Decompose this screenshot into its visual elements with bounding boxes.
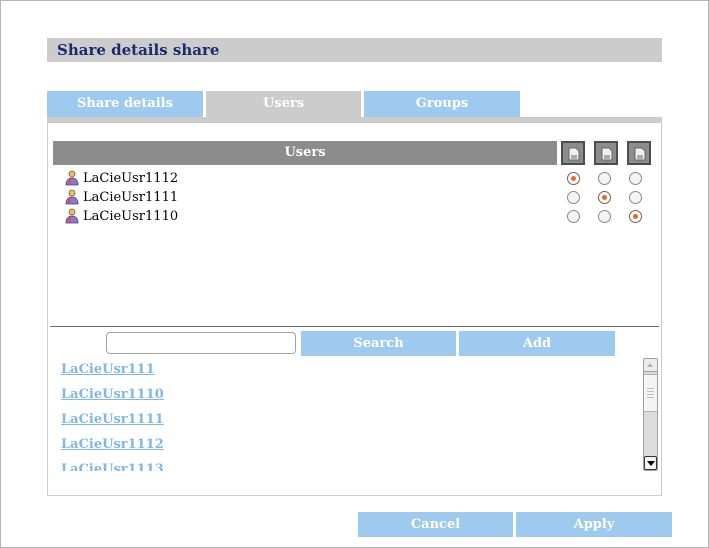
cancel-button[interactable]: Cancel <box>358 512 513 537</box>
permission-radio-no-access[interactable] <box>629 191 642 204</box>
scroll-down-icon[interactable] <box>644 456 657 470</box>
result-link[interactable]: LaCieUsr111 <box>61 362 155 377</box>
result-link[interactable]: LaCieUsr1112 <box>61 437 164 452</box>
user-name: LaCieUsr1111 <box>83 190 179 205</box>
permission-radio-read-write[interactable] <box>567 172 580 185</box>
users-table-header: Users <box>53 141 557 165</box>
user-icon <box>65 170 79 186</box>
user-read-write-icon[interactable] <box>561 141 585 165</box>
add-button[interactable]: Add <box>459 331 615 356</box>
scroll-thumb[interactable] <box>644 374 657 412</box>
dialog-title-bar: Share details share <box>47 38 662 62</box>
user-read-only-icon[interactable] <box>594 141 618 165</box>
result-link[interactable]: LaCieUsr1113 <box>61 462 164 471</box>
section-divider <box>50 326 659 327</box>
permission-radio-no-access[interactable] <box>629 210 642 223</box>
permission-radio-read-write[interactable] <box>567 210 580 223</box>
tab-groups[interactable]: Groups <box>364 91 520 117</box>
tab-share-details[interactable]: Share details <box>47 91 203 117</box>
permission-radio-read-only[interactable] <box>598 210 611 223</box>
result-link[interactable]: LaCieUsr1111 <box>61 412 164 427</box>
search-results-list: LaCieUsr111 LaCieUsr1110 LaCieUsr1111 La… <box>55 360 635 471</box>
permission-radio-read-write[interactable] <box>567 191 580 204</box>
scroll-up-icon[interactable] <box>644 359 657 372</box>
search-button[interactable]: Search <box>301 331 456 356</box>
results-scrollbar[interactable] <box>643 358 658 471</box>
user-no-access-icon[interactable] <box>627 141 651 165</box>
user-search-input[interactable] <box>106 332 296 354</box>
permission-radio-read-only[interactable] <box>598 191 611 204</box>
result-link[interactable]: LaCieUsr1110 <box>61 387 164 402</box>
user-name: LaCieUsr1112 <box>83 171 179 186</box>
permission-radio-read-only[interactable] <box>598 172 611 185</box>
apply-button[interactable]: Apply <box>516 512 672 537</box>
user-icon <box>65 208 79 224</box>
permission-radio-no-access[interactable] <box>629 172 642 185</box>
tab-users[interactable]: Users <box>206 91 361 117</box>
user-name: LaCieUsr1110 <box>83 209 179 224</box>
user-icon <box>65 189 79 205</box>
dialog-title: Share details share <box>57 41 220 59</box>
